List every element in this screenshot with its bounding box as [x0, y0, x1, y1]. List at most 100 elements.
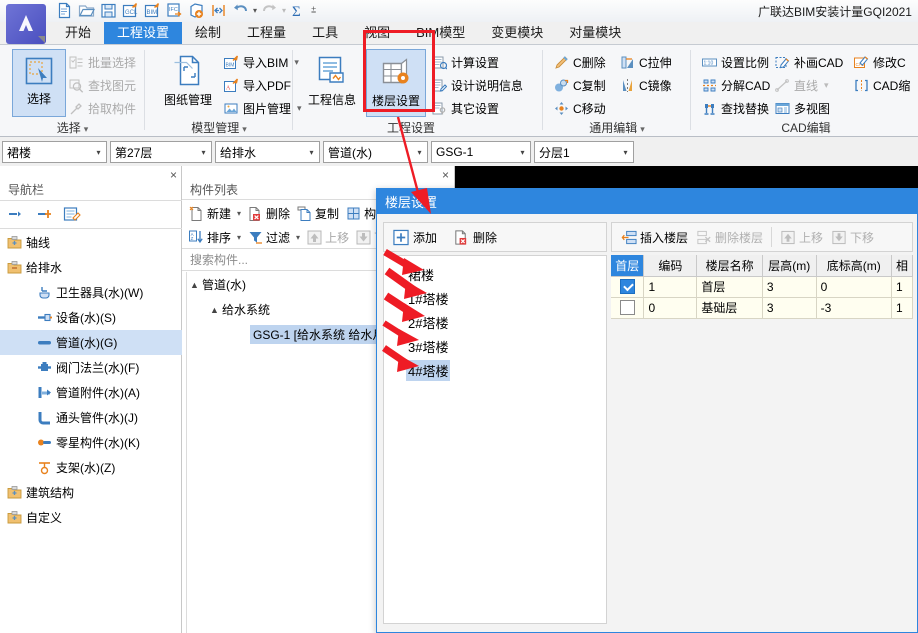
select-tool-button[interactable]: 选择 [12, 49, 66, 117]
chevron-down-icon[interactable]: ▾ [91, 148, 106, 157]
chevron-down-icon[interactable]: ▾ [196, 148, 211, 157]
nav-tree-item-8[interactable]: 零星构件(水)(K) [0, 430, 182, 455]
delete-building-button[interactable]: 删除 [450, 227, 500, 248]
other-settings-button[interactable]: 其它设置 [431, 97, 499, 119]
c-move-button[interactable]: C移动 [553, 97, 606, 119]
table-header-2[interactable]: 楼层名称 [696, 255, 763, 277]
first-floor-cell[interactable] [611, 297, 645, 319]
nav-tree-item-3[interactable]: 设备(水)(S) [0, 305, 182, 330]
similar-floors-cell[interactable]: 1 [891, 276, 914, 298]
floor-name-cell[interactable]: 基础层 [696, 297, 763, 319]
close-icon[interactable]: × [442, 168, 449, 182]
find-replace-button[interactable]: 查找替换 [701, 97, 769, 119]
dialog-title-bar[interactable]: 楼层设置 [377, 189, 917, 214]
nav-tree-item-10[interactable]: 建筑结构 [0, 480, 182, 505]
chevron-down-icon[interactable]: ▾ [237, 209, 241, 218]
image-manage-button[interactable]: 图片管理 ▾ [223, 97, 302, 119]
import-bim-icon[interactable]: BIM [143, 1, 162, 20]
first-floor-checkbox[interactable] [619, 279, 635, 295]
layer-select[interactable]: 分层1 ▾ [534, 141, 634, 163]
nav-tree-item-0[interactable]: 轴线 [0, 230, 182, 255]
collapse-icon[interactable] [6, 204, 26, 224]
import-bim-button[interactable]: BIM 导入BIM ▾ [223, 51, 299, 73]
edit-list-icon[interactable] [62, 204, 82, 224]
c-stretch-button[interactable]: C拉伸 [619, 51, 672, 73]
multi-view-button[interactable]: 多视图 [774, 97, 830, 119]
insert-floor-button[interactable]: 插入楼层 [617, 227, 692, 248]
draw-cad-button[interactable]: 补画CAD [774, 51, 843, 73]
nav-tree-item-2[interactable]: 卫生器具(水)(W) [0, 280, 182, 305]
building-list-item-2[interactable]: 2#塔楼 [384, 310, 606, 334]
chevron-down-icon[interactable]: ▾ [237, 233, 241, 242]
more-icon[interactable]: ⩲ [311, 5, 316, 16]
new-file-icon[interactable] [55, 1, 74, 20]
c-mirror-button[interactable]: C镜像 [619, 74, 672, 96]
expander-triangle-icon[interactable]: ▲ [190, 280, 202, 290]
menu-tab-0[interactable]: 开始 [52, 22, 104, 44]
discipline-select[interactable]: 给排水 ▾ [215, 141, 320, 163]
add-building-button[interactable]: 添加 [390, 227, 440, 248]
component-toolbar2-0-button[interactable]: A Z 排序 [186, 228, 233, 247]
menu-tab-6[interactable]: BIM模型 [403, 22, 478, 44]
floor-height-cell[interactable]: 3 [762, 297, 817, 319]
nav-tree-item-7[interactable]: 通头管件(水)(J) [0, 405, 182, 430]
table-header-3[interactable]: 层高(m) [762, 255, 817, 277]
chevron-down-icon[interactable]: ▾ [515, 148, 530, 157]
align-icon[interactable] [209, 1, 228, 20]
nav-tree-item-5[interactable]: 阀门法兰(水)(F) [0, 355, 182, 380]
floor-height-cell[interactable]: 3 [762, 276, 817, 298]
building-list-item-3[interactable]: 3#塔楼 [384, 334, 606, 358]
floor-select[interactable]: 第27层 ▾ [110, 141, 212, 163]
drawing-manage-button[interactable]: 图纸管理 [157, 49, 219, 117]
component-toolbar1-2-button[interactable]: 复制 [294, 204, 341, 223]
nav-tree-item-9[interactable]: 支架(水)(Z) [0, 455, 182, 480]
explode-cad-button[interactable]: 分解CAD [701, 74, 770, 96]
menu-tab-2[interactable]: 绘制 [182, 22, 234, 44]
menu-tab-7[interactable]: 变更模块 [478, 22, 556, 44]
design-note-button[interactable]: 设计说明信息 [431, 74, 523, 96]
floor-settings-button[interactable]: 楼层设置 [366, 49, 426, 117]
close-icon[interactable]: × [170, 168, 177, 182]
ribbon-group-select-label[interactable]: 选择 ▾ [0, 119, 145, 136]
nav-tree-item-11[interactable]: 自定义 [0, 505, 182, 530]
building-list-item-0[interactable]: 裙楼 [384, 262, 606, 286]
expand-icon[interactable] [34, 204, 54, 224]
chevron-down-icon[interactable]: ▾ [296, 233, 300, 242]
building-select[interactable]: 裙楼 ▾ [2, 141, 107, 163]
component-toolbar2-1-button[interactable]: 过滤 [245, 228, 292, 247]
sum-icon[interactable]: Σ [289, 1, 308, 20]
open-folder-icon[interactable] [77, 1, 96, 20]
chevron-down-icon[interactable]: ▾ [618, 148, 633, 157]
floor-name-cell[interactable]: 首层 [696, 276, 763, 298]
nav-tree-item-1[interactable]: 给排水 [0, 255, 182, 280]
set-scale-button[interactable]: 1:10 设置比例 [701, 51, 769, 73]
category-select[interactable]: 管道(水) ▾ [323, 141, 428, 163]
nav-tree-item-4[interactable]: 管道(水)(G) [0, 330, 182, 355]
table-header-0[interactable]: 首层 [611, 255, 645, 277]
cad-select-button[interactable]: CAD缩 [853, 74, 910, 96]
component-toolbar1-1-button[interactable]: 删除 [245, 204, 292, 223]
c-delete-button[interactable]: C删除 [553, 51, 606, 73]
building-list-item-1[interactable]: 1#塔楼 [384, 286, 606, 310]
menu-tab-4[interactable]: 工具 [299, 22, 351, 44]
expander-triangle-icon[interactable]: ▲ [210, 305, 222, 315]
floor-code-cell[interactable]: 1 [643, 276, 698, 298]
menu-tab-1[interactable]: 工程设置 [104, 22, 183, 44]
building-list-item-4[interactable]: 4#塔楼 [384, 358, 606, 382]
table-row[interactable]: 0 基础层 3 -3 1 [611, 297, 914, 319]
chevron-down-icon[interactable]: ▾ [304, 148, 319, 157]
first-floor-cell[interactable] [611, 276, 645, 298]
add-block-icon[interactable] [187, 1, 206, 20]
component-select[interactable]: GSG-1 ▾ [431, 141, 531, 163]
undo-icon[interactable] [231, 1, 250, 20]
component-toolbar1-0-button[interactable]: 新建 [186, 204, 233, 223]
nav-tree-item-6[interactable]: 管道附件(水)(A) [0, 380, 182, 405]
menu-tab-5[interactable]: 视图 [351, 22, 403, 44]
first-floor-checkbox[interactable] [619, 300, 635, 316]
table-header-5[interactable]: 相 [891, 255, 914, 277]
undo-dropdown-arrow[interactable]: ▾ [253, 6, 257, 15]
base-elevation-cell[interactable]: -3 [816, 297, 892, 319]
save-icon[interactable] [99, 1, 118, 20]
base-elevation-cell[interactable]: 0 [816, 276, 892, 298]
modify-cad-button[interactable]: CAD 修改C [853, 51, 906, 73]
